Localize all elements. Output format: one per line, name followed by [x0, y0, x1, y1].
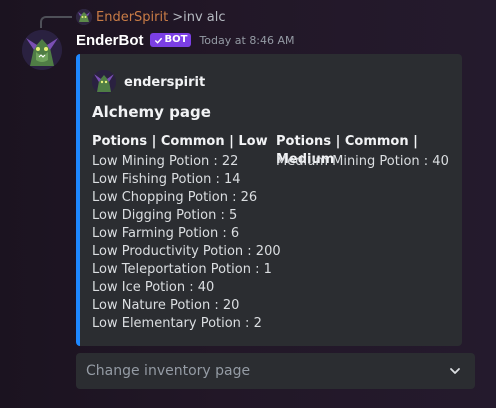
- message-timestamp[interactable]: Today at 8:46 AM: [199, 34, 294, 47]
- field-line: Low Teleportation Potion : 1: [92, 262, 272, 277]
- field-line: Low Mining Potion : 22: [92, 154, 239, 169]
- inventory-embed: enderspirit Alchemy page Potions | Commo…: [76, 54, 462, 346]
- embed-author-avatar-icon: [92, 70, 116, 94]
- reply-author-name[interactable]: EnderSpirit: [96, 10, 168, 25]
- field-name: Potions | Common | Medium: [276, 134, 418, 167]
- bot-avatar[interactable]: [22, 30, 62, 70]
- field-line: Medium Mining Potion : 40: [276, 154, 449, 169]
- field-common-medium: Potions | Common | Medium Medium Mining …: [276, 133, 462, 171]
- inventory-page-select[interactable]: Change inventory page: [76, 353, 475, 389]
- bot-username[interactable]: EnderBot: [76, 32, 144, 49]
- field-line: Low Productivity Potion : 200: [92, 244, 281, 259]
- reply-command-text[interactable]: >inv alc: [172, 10, 225, 25]
- dragon-avatar-icon: [22, 30, 62, 70]
- reply-connector: [40, 16, 72, 28]
- message-header: EnderBot BOT Today at 8:46 AM: [76, 30, 295, 50]
- field-line: Low Digging Potion : 5: [92, 208, 238, 223]
- reply-preview[interactable]: EnderSpirit >inv alc: [76, 8, 226, 26]
- field-line: Low Farming Potion : 6: [92, 226, 240, 241]
- embed-author: enderspirit: [92, 70, 205, 94]
- field-line: Low Fishing Potion : 14: [92, 172, 241, 187]
- field-line: Low Chopping Potion : 26: [92, 190, 258, 205]
- embed-author-name: enderspirit: [124, 74, 206, 90]
- check-icon: [154, 37, 162, 44]
- field-line: Low Ice Potion : 40: [92, 280, 215, 295]
- bot-badge-label: BOT: [164, 34, 188, 45]
- field-line: Low Nature Potion : 20: [92, 298, 240, 313]
- reply-avatar-icon[interactable]: [76, 9, 92, 25]
- field-common-low: Potions | Common | Low Low Mining Potion…: [92, 133, 281, 333]
- bot-badge: BOT: [149, 33, 192, 47]
- field-name: Potions | Common | Low: [92, 134, 268, 149]
- embed-title: Alchemy page: [92, 103, 211, 121]
- select-placeholder: Change inventory page: [86, 363, 251, 379]
- field-line: Low Elementary Potion : 2: [92, 316, 262, 331]
- chevron-down-icon[interactable]: [447, 363, 463, 379]
